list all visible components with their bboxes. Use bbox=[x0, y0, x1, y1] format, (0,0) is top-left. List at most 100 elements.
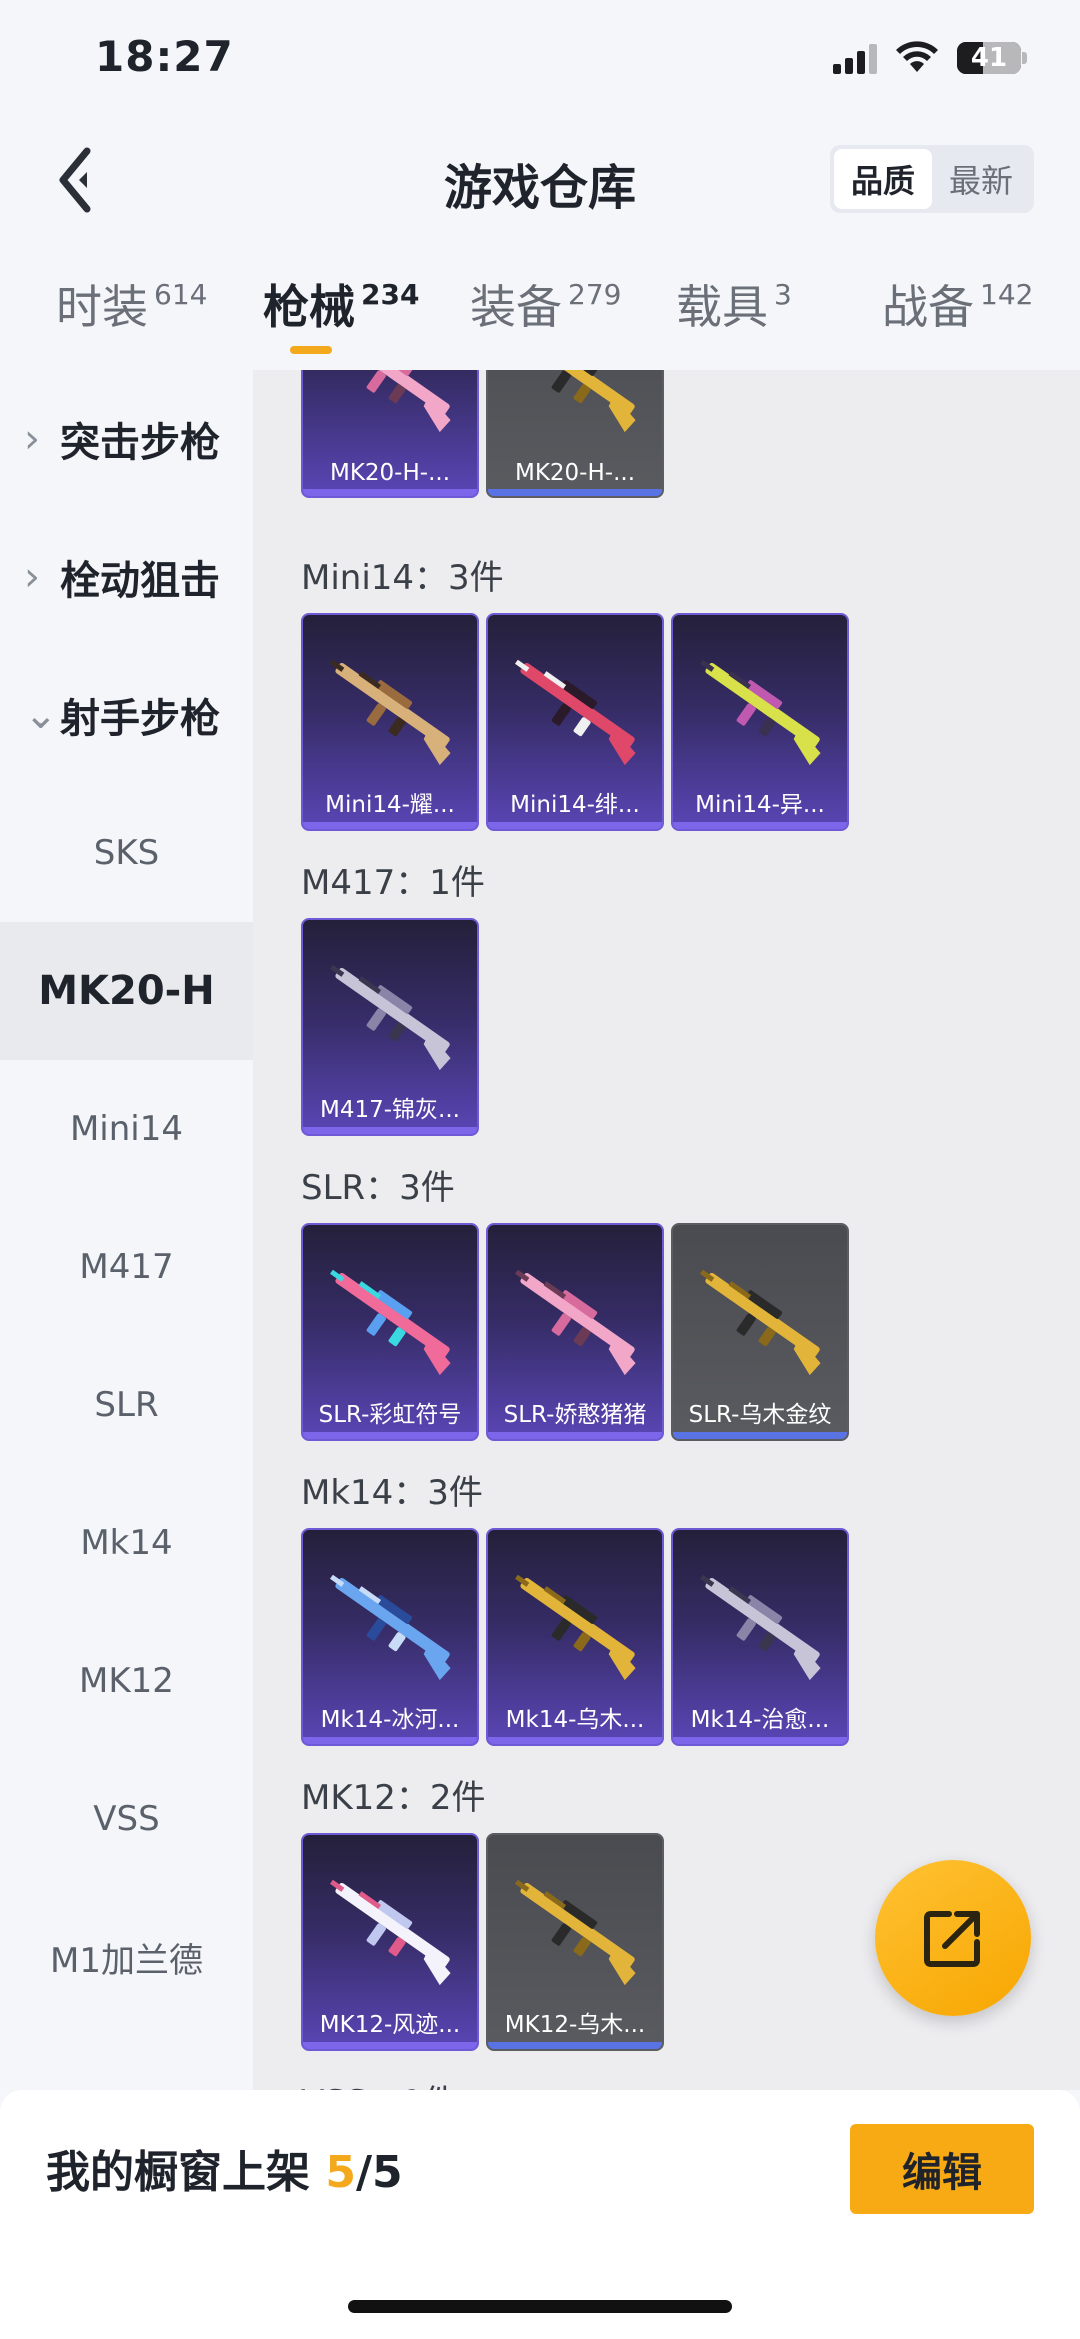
sidebar-item-mk14[interactable]: Mk14 bbox=[0, 1474, 253, 1612]
section-title-mk14: Mk14：3件 bbox=[301, 1473, 483, 1513]
rifle-icon bbox=[514, 659, 636, 766]
weapon-card-name: Mk14-乌木... bbox=[505, 1707, 645, 1733]
sidebar-item-mk20h[interactable]: MK20-H bbox=[0, 922, 253, 1060]
weapon-card[interactable]: MK20-H-... bbox=[486, 370, 664, 498]
weapon-grid: MK20-H-... MK20-H-... Mini14：3件 Mini14-耀… bbox=[253, 370, 1080, 2090]
tab-firearms[interactable]: 枪械 234 bbox=[263, 262, 419, 362]
sort-newest-button[interactable]: 最新 bbox=[932, 149, 1030, 209]
tab-count: 234 bbox=[361, 278, 420, 311]
weapon-card[interactable]: Mini14-绯... bbox=[486, 613, 664, 831]
rifle-icon bbox=[699, 659, 821, 766]
card-quality-bar bbox=[303, 1432, 477, 1439]
showcase-total: /5 bbox=[355, 2147, 403, 2198]
tab-count: 3 bbox=[774, 278, 792, 311]
tab-count: 614 bbox=[154, 278, 208, 311]
rifle-icon bbox=[699, 1269, 821, 1376]
cellular-signal-icon bbox=[833, 44, 877, 74]
rifle-icon bbox=[329, 1879, 451, 1986]
card-quality-bar bbox=[488, 1432, 662, 1439]
sidebar-item-m417[interactable]: M417 bbox=[0, 1198, 253, 1336]
weapon-card-name: SLR-彩虹符号 bbox=[318, 1402, 462, 1428]
sort-toggle: 品质 最新 bbox=[830, 145, 1034, 213]
rifle-icon bbox=[699, 1574, 821, 1681]
sort-quality-button[interactable]: 品质 bbox=[834, 149, 932, 209]
weapon-card[interactable]: MK20-H-... bbox=[301, 370, 479, 498]
weapon-card-name: Mini14-绯... bbox=[510, 792, 640, 818]
weapon-card[interactable]: Mk14-冰河... bbox=[301, 1528, 479, 1746]
share-button[interactable] bbox=[875, 1860, 1031, 2016]
category-tabs: 时装 614 枪械 234 装备 279 载具 3 战备 142 bbox=[0, 262, 1080, 370]
tab-label: 时装 bbox=[56, 280, 148, 334]
rifle-icon bbox=[335, 370, 451, 433]
card-quality-bar bbox=[673, 1737, 847, 1744]
battery-icon: 41 bbox=[957, 42, 1021, 74]
card-quality-bar bbox=[488, 489, 662, 496]
battery-level: 41 bbox=[970, 43, 1008, 73]
weapon-card-name: Mk14-治愈... bbox=[690, 1707, 830, 1733]
weapon-card[interactable]: Mk14-乌木... bbox=[486, 1528, 664, 1746]
weapon-card-name: MK20-H-... bbox=[329, 460, 451, 486]
tab-count: 142 bbox=[980, 278, 1034, 311]
weapon-card[interactable]: Mini14-异... bbox=[671, 613, 849, 831]
card-quality-bar bbox=[673, 822, 847, 829]
section-title-m417: M417：1件 bbox=[301, 863, 485, 903]
weapon-card[interactable]: SLR-乌木金纹 bbox=[671, 1223, 849, 1441]
edit-button[interactable]: 编辑 bbox=[850, 2124, 1034, 2214]
sidebar-group-bolt-sniper[interactable]: › 栓动狙击 bbox=[0, 508, 253, 646]
weapon-card[interactable]: Mini14-耀... bbox=[301, 613, 479, 831]
tab-label: 载具 bbox=[676, 280, 768, 334]
wifi-icon bbox=[896, 41, 938, 72]
card-quality-bar bbox=[488, 822, 662, 829]
status-bar: 18:27 41 bbox=[0, 0, 1080, 120]
weapon-card[interactable]: MK12-风迹... bbox=[301, 1833, 479, 2051]
tab-outfits[interactable]: 时装 614 bbox=[56, 262, 207, 362]
section-title-mk12: MK12：2件 bbox=[301, 1778, 486, 1818]
weapon-type-sidebar: › 突击步枪 › 栓动狙击 ⌄ 射手步枪 SKS MK20-H Mini14 M… bbox=[0, 370, 253, 2090]
section-title-slr: SLR：3件 bbox=[301, 1168, 455, 1208]
tab-equipment[interactable]: 装备 279 bbox=[470, 262, 621, 362]
card-quality-bar bbox=[303, 1127, 477, 1134]
weapon-card[interactable]: SLR-娇憨猪猪 bbox=[486, 1223, 664, 1441]
section-title-mini14: Mini14：3件 bbox=[301, 558, 504, 598]
weapon-card[interactable]: MK12-乌木... bbox=[486, 1833, 664, 2051]
chevron-right-icon: › bbox=[24, 554, 40, 600]
tab-label: 枪械 bbox=[263, 280, 355, 334]
sidebar-item-mk12[interactable]: MK12 bbox=[0, 1612, 253, 1750]
sidebar-item-mini14[interactable]: Mini14 bbox=[0, 1060, 253, 1198]
rifle-icon bbox=[329, 964, 451, 1071]
tab-vehicles[interactable]: 载具 3 bbox=[676, 262, 792, 362]
sidebar-item-slr[interactable]: SLR bbox=[0, 1336, 253, 1474]
sidebar-group-label: 突击步枪 bbox=[60, 420, 220, 466]
tab-label: 装备 bbox=[470, 280, 562, 334]
tab-supplies[interactable]: 战备 142 bbox=[882, 262, 1033, 362]
weapon-card[interactable]: SLR-彩虹符号 bbox=[301, 1223, 479, 1441]
sidebar-group-marksman-rifle[interactable]: ⌄ 射手步枪 bbox=[0, 646, 253, 784]
home-indicator bbox=[348, 2300, 732, 2313]
sidebar-group-assault-rifle[interactable]: › 突击步枪 bbox=[0, 370, 253, 508]
sidebar-item-vss[interactable]: VSS bbox=[0, 1750, 253, 1888]
weapon-card-name: Mini14-异... bbox=[695, 792, 825, 818]
weapon-card[interactable]: Mk14-治愈... bbox=[671, 1528, 849, 1746]
card-quality-bar bbox=[488, 2042, 662, 2049]
rifle-icon bbox=[329, 659, 451, 766]
sidebar-item-sks[interactable]: SKS bbox=[0, 784, 253, 922]
tab-count: 279 bbox=[568, 278, 622, 311]
battery-cap bbox=[1022, 52, 1027, 64]
chevron-down-icon: ⌄ bbox=[24, 692, 58, 738]
card-quality-bar bbox=[303, 822, 477, 829]
chevron-right-icon: › bbox=[24, 416, 40, 462]
weapon-card-name: Mini14-耀... bbox=[325, 792, 455, 818]
tab-label: 战备 bbox=[882, 280, 974, 334]
status-time: 18:27 bbox=[95, 32, 234, 81]
sidebar-group-label: 栓动狙击 bbox=[60, 558, 220, 604]
share-icon bbox=[924, 1911, 980, 1967]
weapon-card[interactable]: M417-锦灰... bbox=[301, 918, 479, 1136]
sidebar-item-m1-garand[interactable]: M1加兰德 bbox=[0, 1888, 253, 2026]
rifle-icon bbox=[329, 1269, 451, 1376]
weapon-card-name: SLR-乌木金纹 bbox=[688, 1402, 832, 1428]
weapon-card-name: SLR-娇憨猪猪 bbox=[503, 1402, 647, 1428]
weapon-card-name: MK12-乌木... bbox=[504, 2012, 646, 2038]
rifle-icon bbox=[514, 1574, 636, 1681]
showcase-count: 5 bbox=[325, 2147, 356, 2198]
card-quality-bar bbox=[673, 1432, 847, 1439]
